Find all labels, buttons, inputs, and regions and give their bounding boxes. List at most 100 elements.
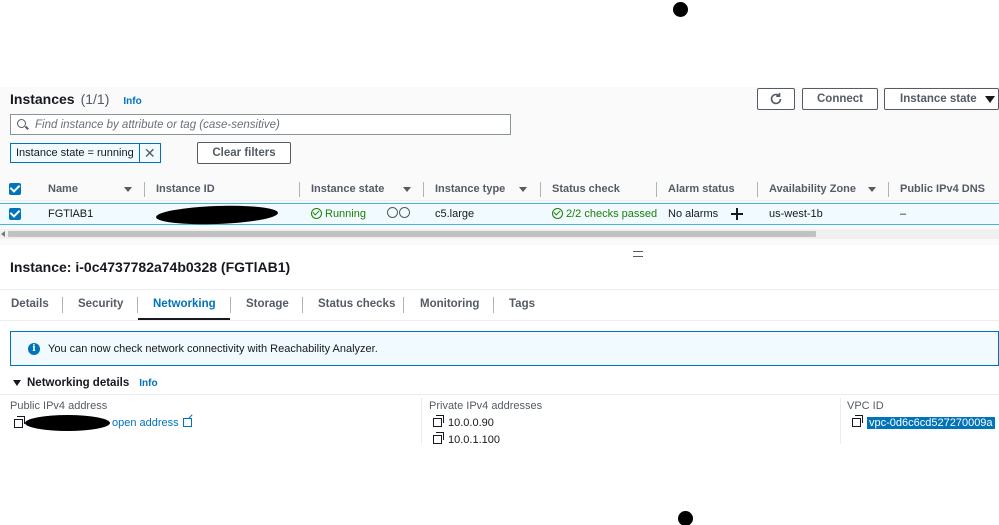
refresh-button[interactable] <box>757 88 795 110</box>
tab-networking[interactable]: Networking <box>153 298 216 310</box>
zoom-out-icon[interactable] <box>399 207 410 218</box>
connect-button[interactable]: Connect <box>802 88 878 110</box>
private-ip-item: 10.0.0.90 <box>433 415 494 429</box>
column-header-public-dns[interactable]: Public IPv4 DNS <box>900 183 985 195</box>
collapse-caret-icon[interactable] <box>13 380 21 386</box>
vpc-id-label: VPC ID <box>847 400 884 412</box>
instances-header: Instances (1/1) Info <box>10 91 142 107</box>
active-tab-indicator <box>138 318 230 320</box>
instance-state-dropdown[interactable]: Instance state <box>884 88 999 110</box>
sort-caret-icon[interactable] <box>124 187 132 192</box>
filter-token: Instance state = running ✕ <box>10 143 161 163</box>
column-separator[interactable] <box>423 182 424 197</box>
table-row[interactable]: FGTlAB1 Running c5.large 2/2 checks pass… <box>0 203 999 227</box>
private-ip-value: 10.0.0.90 <box>448 417 494 429</box>
cell-status-check: 2/2 checks passed <box>552 208 657 220</box>
column-header-instance-state[interactable]: Instance state <box>311 183 384 195</box>
column-header-alarm-status[interactable]: Alarm status <box>668 183 735 195</box>
scrollbar-thumb[interactable] <box>8 231 816 237</box>
cell-public-dns: – <box>900 208 907 220</box>
networking-details-header[interactable]: Networking details Info <box>13 377 158 389</box>
column-header-status-check[interactable]: Status check <box>552 183 620 195</box>
select-all-checkbox[interactable] <box>9 183 21 195</box>
section-info-link[interactable]: Info <box>139 378 157 389</box>
external-link-icon <box>182 418 192 427</box>
sort-caret-icon[interactable] <box>403 187 411 192</box>
vpc-id-item: vpc-0d6c6cd527270009a <box>852 415 995 429</box>
column-separator[interactable] <box>144 182 145 197</box>
column-separator[interactable] <box>656 182 657 197</box>
copy-icon[interactable] <box>433 415 444 427</box>
instance-detail-title: Instance: i-0c4737782a74b0328 (FGTlAB1) <box>10 259 291 275</box>
caret-down-icon <box>984 95 995 103</box>
redacted-public-ip <box>25 415 110 431</box>
search-placeholder: Find instance by attribute or tag (case-… <box>35 118 280 131</box>
add-alarm-icon[interactable] <box>731 208 743 220</box>
column-header-instance-type[interactable]: Instance type <box>435 183 505 195</box>
column-divider <box>421 398 422 444</box>
column-divider <box>840 398 841 444</box>
horizontal-scrollbar[interactable] <box>0 229 999 239</box>
info-icon: i <box>28 342 40 355</box>
instances-count: (1/1) <box>80 91 110 107</box>
tab-separator <box>493 297 494 313</box>
panel-resize-handle[interactable] <box>633 251 643 257</box>
search-input[interactable]: Find instance by attribute or tag (case-… <box>10 114 511 135</box>
vpc-id-link[interactable]: vpc-0d6c6cd527270009a <box>867 417 995 429</box>
column-header-availability-zone[interactable]: Availability Zone <box>769 183 856 195</box>
public-ipv4-label: Public IPv4 address <box>10 400 108 412</box>
instances-title: Instances <box>10 91 75 107</box>
cell-name: FGTlAB1 <box>48 208 94 220</box>
private-ip-item: 10.0.1.100 <box>433 432 500 444</box>
cell-instance-type: c5.large <box>435 208 475 220</box>
scroll-left-icon[interactable] <box>1 231 5 237</box>
remove-filter-icon[interactable]: ✕ <box>140 144 160 162</box>
column-separator[interactable] <box>540 182 541 197</box>
check-circle-icon <box>552 208 563 219</box>
sort-caret-icon[interactable] <box>519 187 527 192</box>
tab-status-checks[interactable]: Status checks <box>318 298 395 310</box>
sort-caret-icon[interactable] <box>868 187 876 192</box>
alert-text: You can now check network connectivity w… <box>48 342 378 355</box>
instance-state-text: Running <box>325 208 366 220</box>
copy-icon[interactable] <box>14 416 25 428</box>
black-dot-marker <box>678 511 693 525</box>
redacted-instance-id <box>155 203 279 227</box>
cell-instance-state: Running <box>311 208 366 220</box>
instances-panel: Instances (1/1) Info Connect Instance st… <box>0 87 999 245</box>
black-dot-marker <box>673 2 688 17</box>
tab-separator <box>302 297 303 313</box>
copy-icon[interactable] <box>852 415 863 427</box>
private-ip-value: 10.0.1.100 <box>448 434 500 444</box>
tab-storage[interactable]: Storage <box>246 298 289 310</box>
column-separator[interactable] <box>299 182 300 197</box>
check-circle-icon <box>311 208 322 219</box>
networking-details-grid: Public IPv4 address open address Private… <box>0 394 999 444</box>
table-header: Name Instance ID Instance state Instance… <box>0 179 999 201</box>
tab-separator <box>403 297 404 313</box>
tab-monitoring[interactable]: Monitoring <box>420 298 479 310</box>
zoom-in-icon[interactable] <box>387 207 398 218</box>
open-address-link[interactable]: open address <box>112 417 192 429</box>
column-header-name[interactable]: Name <box>48 183 78 195</box>
status-check-text: 2/2 checks passed <box>566 208 658 220</box>
cell-alarm-status: No alarms <box>668 208 719 220</box>
tab-security[interactable]: Security <box>78 298 123 310</box>
tab-tags[interactable]: Tags <box>509 298 535 310</box>
section-title: Networking details <box>27 377 130 389</box>
column-header-instance-id[interactable]: Instance ID <box>156 183 215 195</box>
row-checkbox[interactable] <box>9 208 21 220</box>
copy-icon[interactable] <box>433 432 444 444</box>
column-separator[interactable] <box>757 182 758 197</box>
instances-info-link[interactable]: Info <box>123 96 141 107</box>
refresh-icon <box>770 93 782 105</box>
tab-separator <box>230 297 231 313</box>
tab-separator <box>62 297 63 313</box>
tab-details[interactable]: Details <box>11 298 49 310</box>
private-ipv4-label: Private IPv4 addresses <box>429 400 543 412</box>
detail-tabs: Details Security Networking Storage Stat… <box>0 289 999 321</box>
open-address-text: open address <box>112 417 179 429</box>
tab-separator <box>137 297 138 313</box>
column-separator[interactable] <box>888 182 889 197</box>
clear-filters-button[interactable]: Clear filters <box>197 142 291 164</box>
